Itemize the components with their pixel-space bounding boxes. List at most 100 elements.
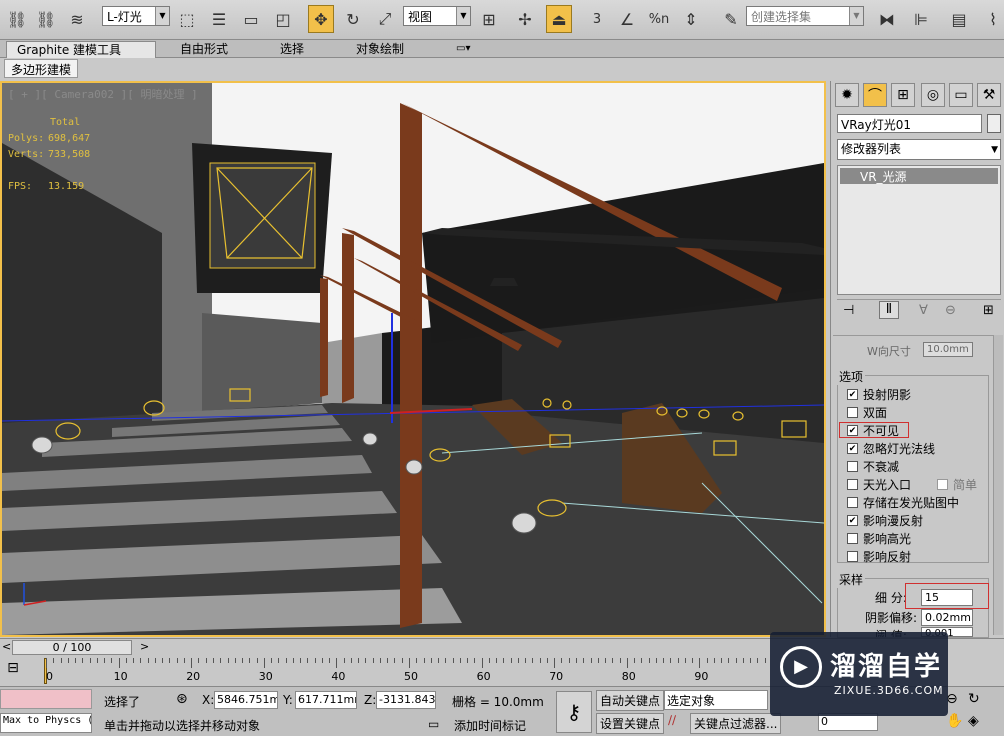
curve-editor-icon[interactable]: ⌇ bbox=[980, 5, 1004, 33]
window-crossing-icon[interactable]: ◰ bbox=[270, 5, 296, 33]
display-tab-icon[interactable]: ▭ bbox=[949, 83, 973, 107]
option-checkbox[interactable]: ✔ bbox=[847, 514, 858, 526]
option-9[interactable]: 影响反射 bbox=[847, 547, 911, 565]
pivot-icon[interactable]: ⊞ bbox=[476, 5, 502, 33]
modify-tab-icon[interactable]: ⌒ bbox=[863, 83, 887, 107]
option-checkbox[interactable] bbox=[847, 406, 858, 418]
option-checkbox[interactable] bbox=[847, 460, 858, 472]
object-name-field[interactable]: VRay灯光01 bbox=[837, 114, 982, 133]
named-selection-combo[interactable]: 创建选择集 ▼ bbox=[746, 6, 864, 26]
tab-selection[interactable]: 选择 bbox=[270, 41, 314, 58]
select-by-name-icon[interactable]: ☰ bbox=[206, 5, 232, 33]
spinner-snap-icon[interactable]: ⇕ bbox=[678, 5, 704, 33]
option-5[interactable]: 天光入口 简单 bbox=[847, 475, 977, 493]
option-checkbox[interactable]: ✔ bbox=[847, 388, 858, 400]
frame-counter[interactable]: 0 / 100 bbox=[12, 640, 132, 655]
show-end-result-icon[interactable]: Ⅱ bbox=[879, 301, 899, 319]
percent-snap-toggle[interactable]: %n bbox=[646, 5, 672, 33]
key-filter-icon[interactable]: ∕∕ bbox=[668, 713, 676, 727]
option-4[interactable]: 不衰减 bbox=[847, 457, 899, 475]
viewport-label[interactable]: [ + ][ Camera002 ][ 明暗处理 ] bbox=[8, 86, 198, 102]
modifier-list-dropdown[interactable]: 修改器列表 ▼ bbox=[837, 139, 1001, 160]
option-checkbox[interactable]: ✔ bbox=[847, 442, 858, 454]
option-checkbox[interactable] bbox=[847, 478, 858, 490]
timeline-tick-mark bbox=[670, 658, 672, 663]
option-6[interactable]: 存储在发光贴图中 bbox=[847, 493, 959, 511]
option-checkbox[interactable] bbox=[847, 532, 858, 544]
hierarchy-tab-icon[interactable]: ⊞ bbox=[891, 83, 915, 107]
x-coord-field[interactable]: 5846.751m bbox=[214, 691, 278, 709]
set-key-button[interactable]: 设置关键点 bbox=[596, 713, 665, 734]
key-filters-button[interactable]: 关键点过滤器... bbox=[690, 713, 782, 734]
create-tab-icon[interactable]: ✹ bbox=[835, 83, 859, 107]
option-checkbox[interactable] bbox=[847, 550, 858, 562]
move-icon[interactable]: ✥ bbox=[308, 5, 334, 33]
scale-icon[interactable]: ⤢ bbox=[372, 5, 398, 33]
option-checkbox[interactable]: ✔ bbox=[847, 424, 858, 436]
time-tag-icon[interactable]: ▭ bbox=[428, 717, 439, 731]
tab-freeform[interactable]: 自由形式 bbox=[170, 41, 238, 58]
select-icon[interactable]: ⬚ bbox=[174, 5, 200, 33]
option-8[interactable]: 影响高光 bbox=[847, 529, 911, 547]
edit-named-sel-icon[interactable]: ✎ bbox=[718, 5, 744, 33]
z-coord-field[interactable]: -3131.843( bbox=[376, 691, 436, 709]
rotate-icon[interactable]: ↻ bbox=[340, 5, 366, 33]
polygon-modeling-tab[interactable]: 多边形建模 bbox=[4, 59, 79, 78]
angle-snap-icon[interactable]: ∠ bbox=[614, 5, 640, 33]
mirror-icon[interactable]: ⧓ bbox=[874, 5, 900, 33]
option-extra-checkbox[interactable] bbox=[937, 478, 949, 490]
reference-coord-combo[interactable]: 视图 ▼ bbox=[403, 6, 471, 26]
selection-filter-combo[interactable]: L-灯光 ▼ bbox=[102, 6, 170, 26]
option-1[interactable]: 双面 bbox=[847, 403, 887, 421]
configure-sets-icon[interactable]: ⊞ bbox=[983, 303, 994, 318]
pin-stack-icon[interactable]: ⊣ bbox=[843, 303, 854, 318]
shadow-bias-field[interactable]: 0.02mm bbox=[921, 609, 973, 626]
timeline-tick-mark bbox=[162, 658, 164, 663]
isolate-icon[interactable]: ⊛ bbox=[176, 691, 188, 707]
option-7[interactable]: ✔ 影响漫反射 bbox=[847, 511, 923, 529]
orbit-icon[interactable]: ↻ bbox=[968, 691, 980, 707]
y-coord-field[interactable]: 617.711mr bbox=[295, 691, 357, 709]
option-2[interactable]: ✔ 不可见 bbox=[847, 421, 899, 439]
object-color-swatch[interactable] bbox=[987, 114, 1001, 133]
tab-object-paint[interactable]: 对象绘制 bbox=[346, 41, 414, 58]
option-3[interactable]: ✔ 忽略灯光法线 bbox=[847, 439, 935, 457]
unlink-icon[interactable]: ⛓ bbox=[33, 5, 59, 33]
key-mode-dropdown[interactable]: 选定对象 bbox=[664, 690, 768, 710]
maxscript-mini-listener[interactable]: Max to Physcs ( bbox=[0, 713, 92, 733]
timeline-tick-label: 70 bbox=[549, 670, 564, 683]
keyboard-shortcut-icon[interactable]: ⏏ bbox=[546, 5, 572, 33]
maxscript-listener-pink[interactable] bbox=[0, 689, 92, 709]
timeline-tick-mark bbox=[554, 658, 556, 668]
timeline-tick-mark bbox=[619, 658, 621, 663]
motion-tab-icon[interactable]: ◎ bbox=[921, 83, 945, 107]
set-key-icon[interactable]: ⚷ bbox=[556, 691, 592, 733]
link-icon[interactable]: ⛓ bbox=[4, 5, 30, 33]
remove-modifier-icon[interactable]: ⊖ bbox=[945, 303, 956, 318]
tab-graphite[interactable]: Graphite 建模工具 bbox=[6, 41, 156, 58]
ribbon-options-button[interactable]: ▭▾ bbox=[446, 41, 480, 58]
manipulate-icon[interactable]: ✢ bbox=[512, 5, 538, 33]
align-icon[interactable]: ⊫ bbox=[908, 5, 934, 33]
prev-frame-icon[interactable]: < bbox=[2, 640, 11, 653]
layer-icon[interactable]: ▤ bbox=[946, 5, 972, 33]
stack-item[interactable]: VR_光源 bbox=[840, 168, 998, 184]
rect-region-icon[interactable]: ▭ bbox=[238, 5, 264, 33]
utilities-tab-icon[interactable]: ⚒ bbox=[977, 83, 1001, 107]
option-0[interactable]: ✔ 投射阴影 bbox=[847, 385, 911, 403]
add-time-tag[interactable]: 添加时间标记 bbox=[454, 717, 526, 734]
next-frame-icon[interactable]: > bbox=[140, 640, 149, 653]
auto-key-button[interactable]: 自动关键点 bbox=[596, 690, 665, 711]
bind-space-warp-icon[interactable]: ≋ bbox=[64, 5, 90, 33]
camera-viewport[interactable]: [ + ][ Camera002 ][ 明暗处理 ] Total Polys: … bbox=[0, 81, 826, 637]
make-unique-icon[interactable]: ∀ bbox=[919, 303, 928, 318]
snap-toggle[interactable]: 3 bbox=[584, 5, 610, 33]
rollout-scrollbar[interactable] bbox=[993, 335, 1003, 635]
timeline-tick-mark bbox=[256, 658, 258, 663]
option-checkbox[interactable] bbox=[847, 496, 858, 508]
pan-icon[interactable]: ✋ bbox=[946, 713, 963, 729]
field-of-view-icon[interactable]: ◈ bbox=[968, 713, 979, 729]
mini-curve-editor-icon[interactable]: ⊟ bbox=[2, 660, 24, 680]
timeline-tick-mark bbox=[532, 658, 534, 663]
w-size-field[interactable]: 10.0mm bbox=[923, 342, 973, 357]
